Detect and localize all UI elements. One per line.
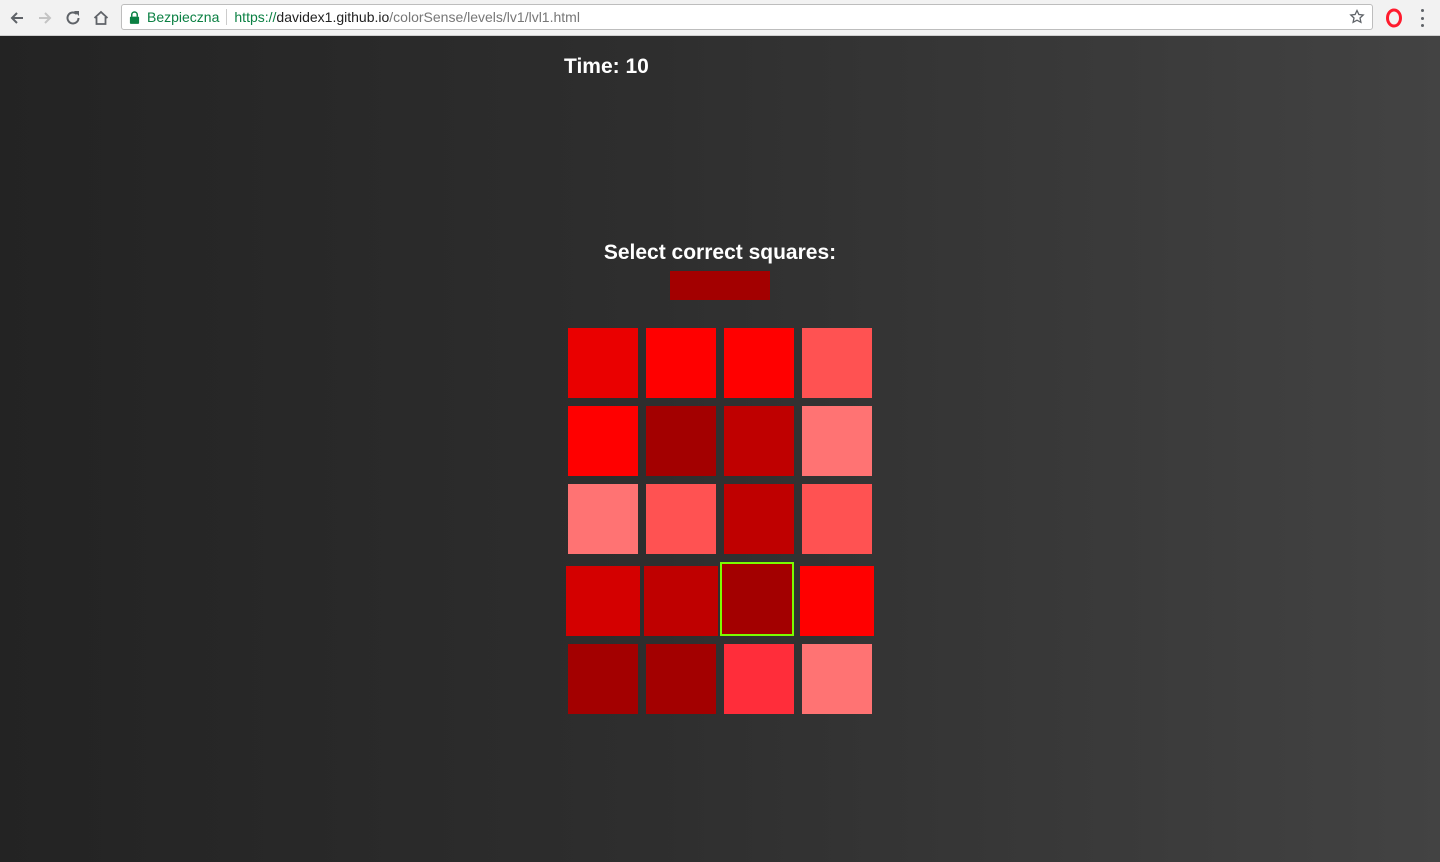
forward-button[interactable] bbox=[34, 7, 56, 29]
back-icon bbox=[10, 12, 23, 24]
grid-tile[interactable] bbox=[802, 328, 872, 398]
grid-tile[interactable] bbox=[720, 562, 794, 636]
grid-tile[interactable] bbox=[802, 484, 872, 554]
url-scheme: https:// bbox=[234, 9, 277, 25]
grid-tile[interactable] bbox=[724, 328, 794, 398]
bookmark-star-icon[interactable] bbox=[1349, 9, 1365, 25]
grid-tile[interactable] bbox=[566, 566, 640, 636]
grid-tile[interactable] bbox=[646, 484, 716, 554]
reload-button[interactable] bbox=[62, 7, 84, 29]
grid-tile[interactable] bbox=[800, 566, 874, 636]
grid-tile[interactable] bbox=[646, 644, 716, 714]
grid-tile[interactable] bbox=[802, 644, 872, 714]
address-bar[interactable]: Bezpieczna https://davidex1.github.io/co… bbox=[121, 4, 1373, 30]
grid-tile[interactable] bbox=[646, 406, 716, 476]
forward-icon bbox=[39, 12, 52, 24]
instruction-text: Select correct squares: bbox=[603, 241, 837, 264]
address-divider bbox=[226, 9, 228, 25]
target-color-swatch bbox=[670, 271, 770, 300]
menu-icon[interactable] bbox=[1414, 9, 1430, 27]
security-status: Bezpieczna bbox=[147, 9, 220, 25]
grid-tile[interactable] bbox=[724, 406, 794, 476]
grid-tile[interactable] bbox=[568, 406, 638, 476]
back-button[interactable] bbox=[6, 7, 28, 29]
url-path: /colorSense/levels/lv1/lvl1.html bbox=[389, 9, 580, 25]
reload-icon bbox=[66, 11, 80, 25]
home-button[interactable] bbox=[90, 7, 112, 29]
grid-tile[interactable] bbox=[644, 566, 718, 636]
opera-icon[interactable] bbox=[1386, 8, 1402, 28]
url-host: davidex1.github.io bbox=[276, 9, 390, 25]
grid-tile[interactable] bbox=[568, 328, 638, 398]
grid-tile[interactable] bbox=[724, 644, 794, 714]
timer: Time: 10 bbox=[564, 55, 649, 78]
grid-tile[interactable] bbox=[724, 484, 794, 554]
grid-tile[interactable] bbox=[568, 484, 638, 554]
game-page: Time: 10 Select correct squares: bbox=[0, 36, 1440, 862]
grid-tile[interactable] bbox=[646, 328, 716, 398]
grid-tile[interactable] bbox=[802, 406, 872, 476]
grid-tile[interactable] bbox=[568, 644, 638, 714]
browser-toolbar: Bezpieczna https://davidex1.github.io/co… bbox=[0, 0, 1440, 36]
home-icon bbox=[93, 10, 109, 25]
lock-icon bbox=[129, 10, 141, 24]
